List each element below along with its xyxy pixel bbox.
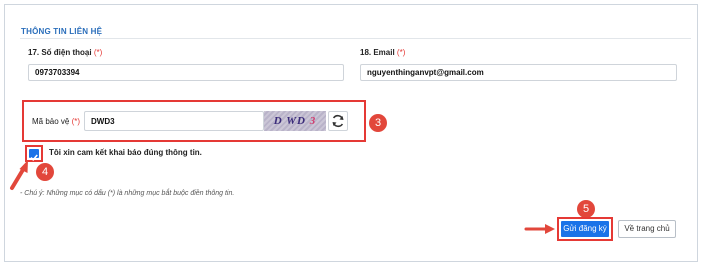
- home-button[interactable]: Về trang chủ: [618, 220, 676, 238]
- submit-button[interactable]: Gửi đăng ký: [561, 221, 609, 237]
- submit-highlight: Gửi đăng ký: [557, 217, 613, 241]
